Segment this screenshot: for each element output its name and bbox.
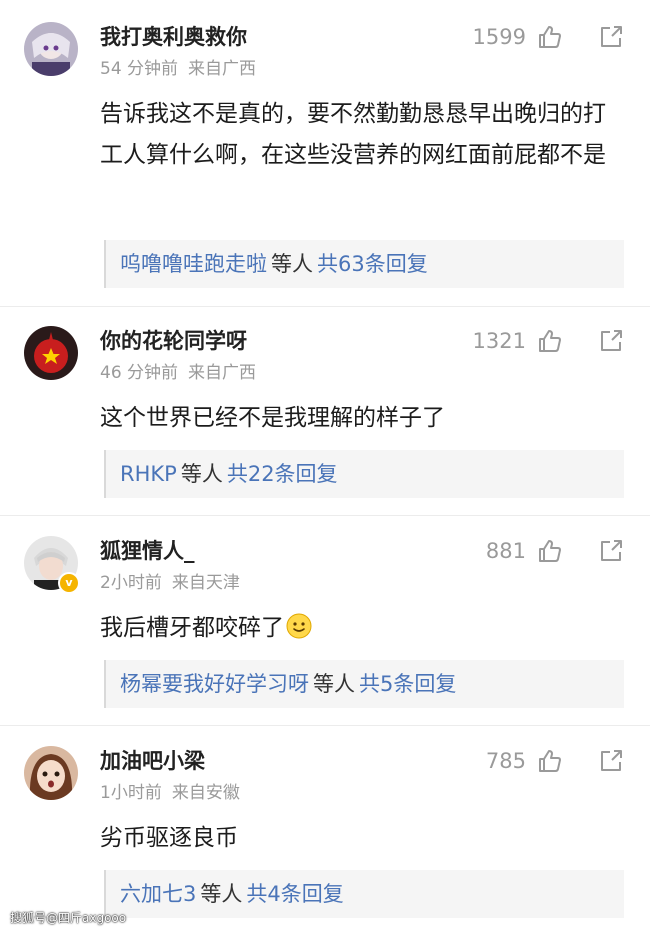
share-icon[interactable] <box>598 328 624 354</box>
comment-time: 2小时前 <box>100 573 162 593</box>
thumbs-up-icon[interactable] <box>537 538 563 564</box>
comment-meta: 1小时前 来自安徽 <box>100 782 240 804</box>
smile-emoji-icon <box>286 612 312 639</box>
comment-item: v 狐狸情人_ 2小时前 来自天津 881 我后槽牙都咬碎了 杨幂要我好好学习呀… <box>0 536 650 716</box>
reply-user[interactable]: 呜噜噜哇跑走啦 <box>120 252 267 276</box>
reply-count[interactable]: 共63条回复 <box>317 252 428 276</box>
comment-item: 你的花轮同学呀 46 分钟前 来自广西 1321 这个世界已经不是我理解的样子了 … <box>0 326 650 506</box>
comment-item: 加油吧小梁 1小时前 来自安徽 785 劣币驱逐良币 六加七3 等人 共4条回复 <box>0 746 650 926</box>
comment-content: 劣币驱逐良币 <box>100 825 238 851</box>
comment-content: 我后槽牙都咬碎了 <box>100 608 628 649</box>
comment-location: 来自广西 <box>188 59 257 79</box>
comment-content: 告诉我这不是真的，要不然勤勤恳恳早出晚归的打工人算什么啊，在这些没营养的网红面前… <box>100 101 606 168</box>
comment-time: 1小时前 <box>100 783 162 803</box>
divider <box>0 725 650 726</box>
thumbs-up-icon[interactable] <box>537 748 563 774</box>
share-icon[interactable] <box>598 24 624 50</box>
comment-meta: 46 分钟前 来自广西 <box>100 362 256 384</box>
reply-count[interactable]: 共4条回复 <box>246 882 343 906</box>
comment-meta: 54 分钟前 来自广西 <box>100 58 256 80</box>
reply-summary[interactable]: 杨幂要我好好学习呀 等人 共5条回复 <box>104 660 624 708</box>
share-icon[interactable] <box>598 538 624 564</box>
reply-user[interactable]: RHKP <box>120 462 177 486</box>
reply-and-others: 等人 <box>200 882 243 906</box>
username[interactable]: 加油吧小梁 <box>100 746 205 776</box>
comment-meta: 2小时前 来自天津 <box>100 572 240 594</box>
comment-location: 来自安徽 <box>171 783 240 803</box>
watermark: 搜狐号@四斤axgooo <box>10 911 127 925</box>
reply-count[interactable]: 共22条回复 <box>227 462 338 486</box>
reply-summary[interactable]: 呜噜噜哇跑走啦 等人 共63条回复 <box>104 240 624 288</box>
comment-list: 我打奥利奥救你 54 分钟前 来自广西 1599 告诉我这不是真的，要不然勤勤恳恳… <box>0 0 650 933</box>
reply-summary[interactable]: 六加七3 等人 共4条回复 <box>104 870 624 918</box>
username[interactable]: 狐狸情人_ <box>100 536 195 566</box>
username[interactable]: 你的花轮同学呀 <box>100 326 247 356</box>
reply-count[interactable]: 共5条回复 <box>359 672 456 696</box>
like-count: 881 <box>485 539 526 563</box>
like-count: 785 <box>485 749 526 773</box>
comment-location: 来自广西 <box>188 363 257 383</box>
like-count: 1321 <box>472 329 526 353</box>
reply-and-others: 等人 <box>271 252 313 276</box>
comment-content: 这个世界已经不是我理解的样子了 <box>100 405 445 431</box>
thumbs-up-icon[interactable] <box>537 328 563 354</box>
share-icon[interactable] <box>598 748 624 774</box>
reply-user[interactable]: 六加七3 <box>120 882 196 906</box>
comment-time: 54 分钟前 <box>100 59 179 79</box>
verified-badge-icon: v <box>58 572 80 594</box>
avatar[interactable] <box>24 746 78 800</box>
divider <box>0 515 650 516</box>
comment-time: 46 分钟前 <box>100 363 179 383</box>
reply-and-others: 等人 <box>180 462 223 486</box>
reply-summary[interactable]: RHKP 等人 共22条回复 <box>104 450 624 498</box>
comment-text: 我后槽牙都咬碎了 <box>100 615 284 641</box>
username[interactable]: 我打奥利奥救你 <box>100 22 247 52</box>
divider <box>0 306 650 307</box>
like-count: 1599 <box>472 25 526 49</box>
reply-and-others: 等人 <box>313 672 355 696</box>
avatar[interactable] <box>24 22 78 76</box>
comment-item: 我打奥利奥救你 54 分钟前 来自广西 1599 告诉我这不是真的，要不然勤勤恳恳… <box>0 22 650 312</box>
thumbs-up-icon[interactable] <box>537 24 563 50</box>
reply-user[interactable]: 杨幂要我好好学习呀 <box>120 672 309 696</box>
comment-location: 来自天津 <box>171 573 240 593</box>
avatar[interactable] <box>24 326 78 380</box>
